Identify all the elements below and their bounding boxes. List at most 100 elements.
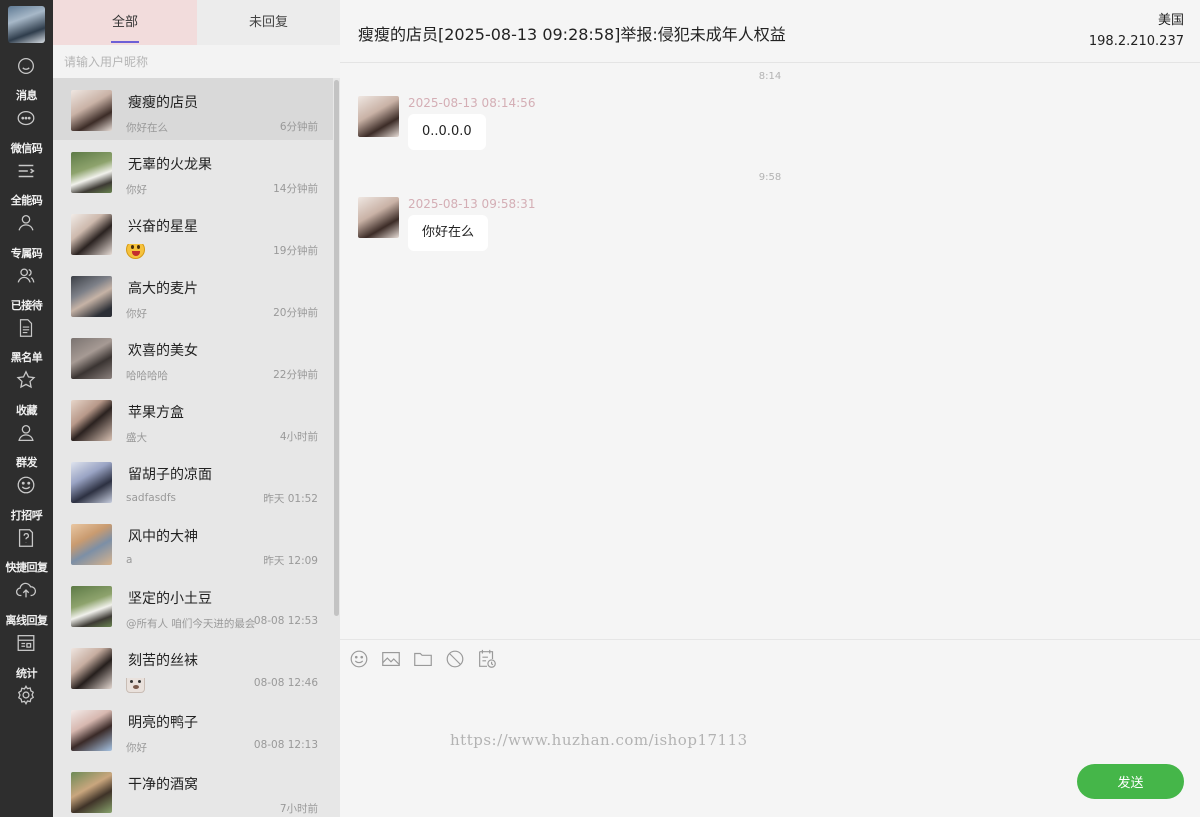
- contact-row[interactable]: 高大的麦片 你好 20分钟前: [53, 264, 333, 326]
- left-nav-rail: 消息 微信码 全能码 专属码 已接待 黑名单 收藏 群发 打招呼 快捷回复 离线…: [0, 0, 53, 817]
- send-button[interactable]: 发送: [1077, 764, 1184, 799]
- user-outline-icon: [13, 420, 39, 446]
- contact-name: 明亮的鸭子: [128, 715, 198, 731]
- contact-last-message: a: [126, 554, 133, 566]
- filter-tabs: 全部 未回复: [53, 0, 340, 45]
- contact-time: 19分钟前: [273, 245, 318, 257]
- chat-title: 瘦瘦的店员[2025-08-13 09:28:58]举报:侵犯未成年人权益: [358, 25, 786, 44]
- message-bubble: 你好在么: [408, 215, 489, 251]
- contact-name: 无辜的火龙果: [128, 157, 212, 173]
- contact-name: 兴奋的星星: [128, 219, 198, 235]
- contact-row[interactable]: 苹果方盒 盛大 4小时前: [53, 388, 333, 450]
- contact-last-message: 你好: [126, 742, 147, 754]
- message-input[interactable]: [340, 677, 1200, 762]
- message-sender-avatar[interactable]: [358, 197, 399, 238]
- nav-label-offline-reply: 离线回复: [5, 614, 49, 627]
- contact-row[interactable]: 瘦瘦的店员 你好在么 6分钟前: [53, 78, 333, 140]
- contact-row[interactable]: 明亮的鸭子 你好 08-08 12:13: [53, 698, 333, 760]
- folder-icon: [414, 652, 432, 667]
- calendar-clock-icon: [479, 649, 496, 668]
- contact-avatar: [71, 586, 112, 627]
- ban-icon: [446, 650, 464, 668]
- contact-avatar: [71, 400, 112, 441]
- file-button[interactable]: [412, 648, 434, 670]
- contact-time: 7小时前: [279, 803, 318, 815]
- dog-emoji-icon: [126, 678, 145, 693]
- contact-row[interactable]: 欢喜的美女 哈哈哈哈 22分钟前: [53, 326, 333, 388]
- nav-label-exclusive-code: 专属码: [10, 247, 43, 260]
- nav-label-statistics: 统计: [16, 667, 38, 680]
- message-bubble: 0..0.0.0: [408, 114, 486, 150]
- contact-row[interactable]: 风中的大神 a 昨天 12:09: [53, 512, 333, 574]
- contact-time: 08-08 12:13: [253, 739, 318, 751]
- agent-avatar[interactable]: [8, 6, 45, 43]
- contact-row[interactable]: 无辜的火龙果 你好 14分钟前: [53, 140, 333, 202]
- tab-unreplied[interactable]: 未回复: [197, 0, 340, 45]
- chat-bubble-icon: [13, 106, 39, 132]
- watermark-text: https://www.huzhan.com/ishop17113: [450, 731, 748, 749]
- time-separator: 9:58: [758, 172, 782, 183]
- visitor-ip: 198.2.210.237: [1088, 34, 1184, 49]
- contact-avatar: [71, 338, 112, 379]
- contact-avatar: [71, 462, 112, 503]
- question-note-icon: [13, 525, 39, 551]
- contact-last-message: [126, 244, 261, 266]
- contact-row[interactable]: 留胡子的凉面 sadfasdfs 昨天 01:52: [53, 450, 333, 512]
- scrollbar-thumb[interactable]: [334, 80, 339, 616]
- contact-time: 昨天 01:52: [263, 493, 318, 505]
- image-icon: [382, 651, 400, 667]
- tab-all[interactable]: 全部: [53, 0, 197, 45]
- message-sender-avatar[interactable]: [358, 96, 399, 137]
- contact-avatar: [71, 276, 112, 317]
- contact-last-message: sadfasdfs: [126, 492, 177, 504]
- contact-avatar: [71, 648, 112, 689]
- gear-icon: [13, 682, 39, 708]
- contact-time: 昨天 12:09: [263, 555, 318, 567]
- tab-all-label: 全部: [111, 15, 138, 30]
- block-button[interactable]: [444, 648, 466, 670]
- nav-label-wechat-code: 微信码: [10, 142, 43, 155]
- contact-row[interactable]: 兴奋的星星 19分钟前: [53, 202, 333, 264]
- contact-name: 苹果方盒: [128, 405, 184, 421]
- contact-panel: 全部 未回复 瘦瘦的店员 你好在么 6分钟前 无辜的火龙果 你好 14分钟前 兴…: [53, 0, 340, 817]
- time-separator: 8:14: [758, 71, 782, 82]
- contact-avatar: [71, 524, 112, 565]
- history-button[interactable]: [476, 648, 498, 670]
- contact-list-scrollbar[interactable]: [333, 78, 340, 817]
- nav-label-greeting: 打招呼: [10, 509, 43, 522]
- contact-last-message: 你好: [126, 308, 147, 320]
- emoji-button[interactable]: [348, 648, 370, 670]
- nav-icon-slot-statistics[interactable]: [0, 682, 53, 734]
- contact-row[interactable]: 干净的酒窝 7小时前: [53, 760, 333, 817]
- contact-last-message: [126, 678, 261, 700]
- document-icon: [13, 315, 39, 341]
- contact-avatar: [71, 152, 112, 193]
- cloud-upload-icon: [13, 577, 39, 603]
- contact-name: 刻苦的丝袜: [128, 653, 198, 669]
- nav-label-allround-code: 全能码: [10, 194, 43, 207]
- contact-avatar: [71, 90, 112, 131]
- contact-last-message: 你好在么: [126, 122, 168, 134]
- tab-active-indicator: [111, 41, 139, 43]
- chat-header: 瘦瘦的店员[2025-08-13 09:28:58]举报:侵犯未成年人权益 美国…: [340, 0, 1200, 63]
- list-icon: [13, 158, 39, 184]
- contact-name: 欢喜的美女: [128, 343, 198, 359]
- contact-row[interactable]: 刻苦的丝袜 08-08 12:46: [53, 636, 333, 698]
- calendar-icon: [13, 630, 39, 656]
- contact-avatar: [71, 710, 112, 751]
- contact-name: 留胡子的凉面: [128, 467, 212, 483]
- contact-last-message: @所有人 咱们今天进的最会: [126, 618, 256, 630]
- message-timestamp: 2025-08-13 09:58:31: [408, 197, 536, 211]
- contact-row[interactable]: 坚定的小土豆 @所有人 咱们今天进的最会 08-08 12:53: [53, 574, 333, 636]
- nickname-search-input[interactable]: [53, 45, 340, 78]
- nav-label-broadcast: 群发: [16, 456, 38, 469]
- contact-time: 22分钟前: [273, 369, 318, 381]
- contact-time: 4小时前: [279, 431, 318, 443]
- image-button[interactable]: [380, 648, 402, 670]
- message-timestamp: 2025-08-13 08:14:56: [408, 96, 536, 110]
- contact-time: 08-08 12:53: [253, 615, 318, 627]
- contact-time: 14分钟前: [273, 183, 318, 195]
- emoji-icon: [350, 650, 368, 668]
- contact-name: 风中的大神: [128, 529, 198, 545]
- contact-time: 6分钟前: [279, 121, 318, 133]
